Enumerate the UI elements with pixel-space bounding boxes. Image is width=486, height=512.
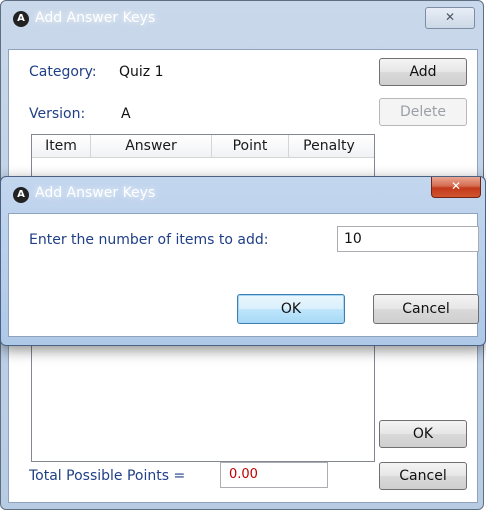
dialog-app-logo-icon: A	[13, 187, 29, 203]
app-logo-icon: A	[13, 11, 29, 27]
add-items-dialog: A Add Answer Keys ✕ Enter the number of …	[0, 176, 486, 346]
dialog-title: Add Answer Keys	[35, 185, 156, 201]
total-points-label: Total Possible Points =	[29, 468, 186, 484]
cancel-button[interactable]: Cancel	[379, 462, 467, 490]
dialog-ok-button[interactable]: OK	[237, 294, 345, 324]
main-close-button[interactable]: ✕	[425, 7, 475, 29]
category-value: Quiz 1	[119, 64, 164, 80]
version-value: A	[121, 106, 131, 122]
column-header-answer[interactable]: Answer	[91, 135, 212, 157]
dialog-cancel-button[interactable]: Cancel	[373, 294, 479, 324]
dialog-close-button[interactable]: ✕	[431, 177, 481, 198]
column-header-point[interactable]: Point	[212, 135, 289, 157]
delete-button[interactable]: Delete	[379, 98, 467, 126]
category-label: Category:	[29, 64, 97, 80]
item-count-input[interactable]: 10	[337, 226, 479, 252]
main-title-bar: A Add Answer Keys ✕	[1, 1, 483, 49]
column-header-item[interactable]: Item	[32, 135, 91, 157]
total-points-field: 0.00	[220, 462, 328, 488]
close-icon: ✕	[444, 10, 456, 24]
close-icon: ✕	[450, 179, 462, 193]
table-header: Item Answer Point Penalty	[32, 135, 374, 158]
version-label: Version:	[29, 106, 86, 122]
ok-button[interactable]: OK	[379, 420, 467, 448]
item-count-prompt: Enter the number of items to add:	[29, 232, 269, 248]
dialog-client-area: Enter the number of items to add: 10 OK …	[8, 213, 479, 337]
column-header-penalty[interactable]: Penalty	[289, 135, 369, 157]
add-button[interactable]: Add	[379, 58, 467, 86]
main-window-title: Add Answer Keys	[35, 10, 156, 26]
